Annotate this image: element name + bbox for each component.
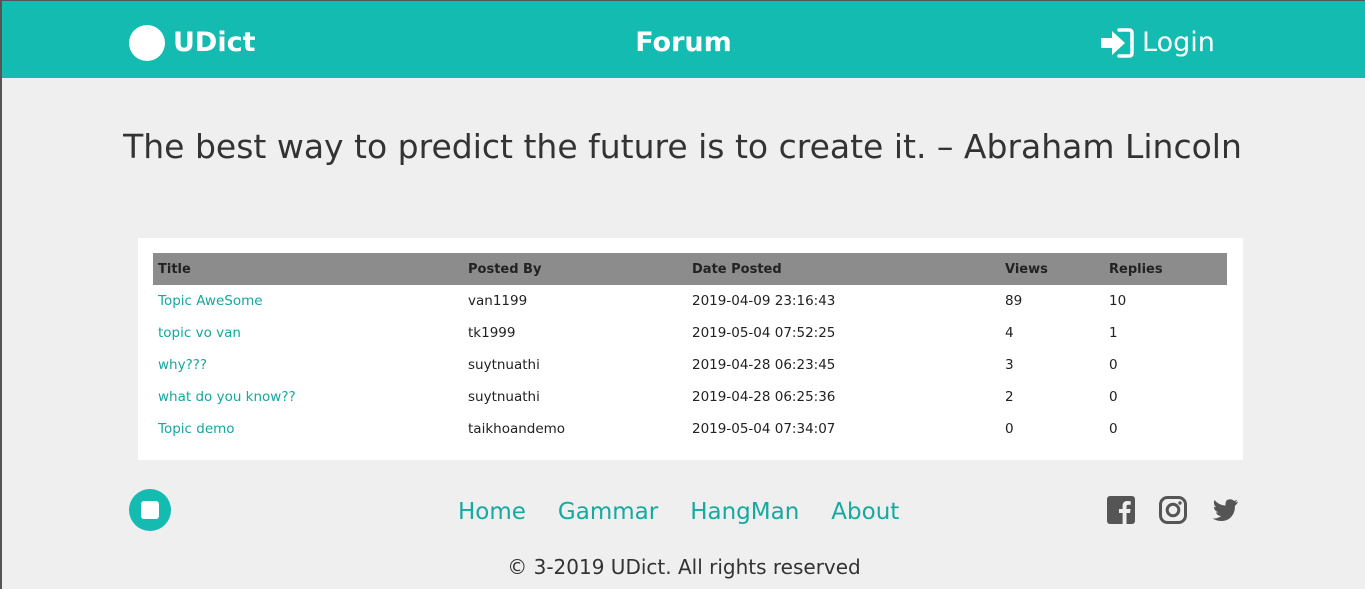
topic-title-link[interactable]: Topic AweSome: [153, 285, 463, 317]
column-header-date-posted: Date Posted: [692, 261, 782, 277]
date-posted-cell: 2019-04-09 23:16:43: [692, 293, 836, 309]
table-row: why??? suytnuathi 2019-04-28 06:23:45 3 …: [153, 349, 1227, 381]
window-left-border: [0, 0, 2, 589]
forum-nav-link[interactable]: Forum: [635, 27, 732, 58]
footer-link-hangman[interactable]: HangMan: [690, 496, 799, 528]
table-row: Topic demo taikhoandemo 2019-05-04 07:34…: [153, 413, 1227, 445]
topic-title-link[interactable]: Topic demo: [153, 413, 463, 445]
brand-name: UDict: [173, 27, 256, 58]
date-posted-cell: 2019-05-04 07:34:07: [692, 421, 836, 437]
views-cell: 2: [1005, 389, 1014, 405]
views-cell: 0: [1005, 421, 1014, 437]
replies-cell: 0: [1109, 357, 1118, 373]
table-header-row: Title Posted By Date Posted Views Replie…: [153, 253, 1227, 285]
footer-nav: Home Gammar HangMan About: [458, 496, 899, 528]
date-posted-cell: 2019-04-28 06:25:36: [692, 389, 836, 405]
replies-cell: 0: [1109, 421, 1118, 437]
topic-title-link[interactable]: what do you know??: [153, 381, 463, 413]
table-row: Topic AweSome van1199 2019-04-09 23:16:4…: [153, 285, 1227, 317]
date-posted-cell: 2019-04-28 06:23:45: [692, 357, 836, 373]
social-links: [1106, 495, 1240, 525]
table-row: topic vo van tk1999 2019-05-04 07:52:25 …: [153, 317, 1227, 349]
facebook-icon[interactable]: [1106, 495, 1136, 525]
page-quote: The best way to predict the future is to…: [123, 127, 1242, 166]
posted-by-cell: suytnuathi: [468, 389, 540, 405]
posted-by-cell: taikhoandemo: [468, 421, 566, 437]
date-posted-cell: 2019-05-04 07:52:25: [692, 325, 836, 341]
column-header-title: Title: [158, 261, 191, 277]
replies-cell: 0: [1109, 389, 1118, 405]
views-cell: 3: [1005, 357, 1014, 373]
posted-by-cell: suytnuathi: [468, 357, 540, 373]
top-navbar: UDict Forum Login: [2, 1, 1365, 78]
replies-cell: 10: [1109, 293, 1127, 309]
twitter-icon[interactable]: [1210, 495, 1240, 525]
table-row: what do you know?? suytnuathi 2019-04-28…: [153, 381, 1227, 413]
footer-logo-icon[interactable]: [129, 489, 171, 531]
column-header-views: Views: [1005, 261, 1048, 277]
brand-link[interactable]: UDict: [129, 25, 256, 61]
topic-title-link[interactable]: topic vo van: [153, 317, 463, 349]
column-header-posted-by: Posted By: [468, 261, 542, 277]
copyright-text: © 3-2019 UDict. All rights reserved: [507, 555, 861, 579]
instagram-icon[interactable]: [1158, 495, 1188, 525]
replies-cell: 1: [1109, 325, 1118, 341]
sign-in-icon: [1101, 28, 1134, 58]
posted-by-cell: van1199: [468, 293, 528, 309]
footer-link-gammar[interactable]: Gammar: [558, 496, 658, 528]
forum-topics-card: Title Posted By Date Posted Views Replie…: [138, 238, 1243, 460]
views-cell: 89: [1005, 293, 1023, 309]
posted-by-cell: tk1999: [468, 325, 516, 341]
footer-link-about[interactable]: About: [831, 496, 899, 528]
column-header-replies: Replies: [1109, 261, 1163, 277]
footer-logo-square: [141, 501, 159, 519]
login-label: Login: [1142, 27, 1215, 58]
brand-logo-icon: [129, 25, 165, 61]
footer-link-home[interactable]: Home: [458, 496, 526, 528]
views-cell: 4: [1005, 325, 1014, 341]
login-button[interactable]: Login: [1099, 25, 1215, 61]
forum-topics-table: Title Posted By Date Posted Views Replie…: [153, 253, 1227, 445]
topic-title-link[interactable]: why???: [153, 349, 463, 381]
